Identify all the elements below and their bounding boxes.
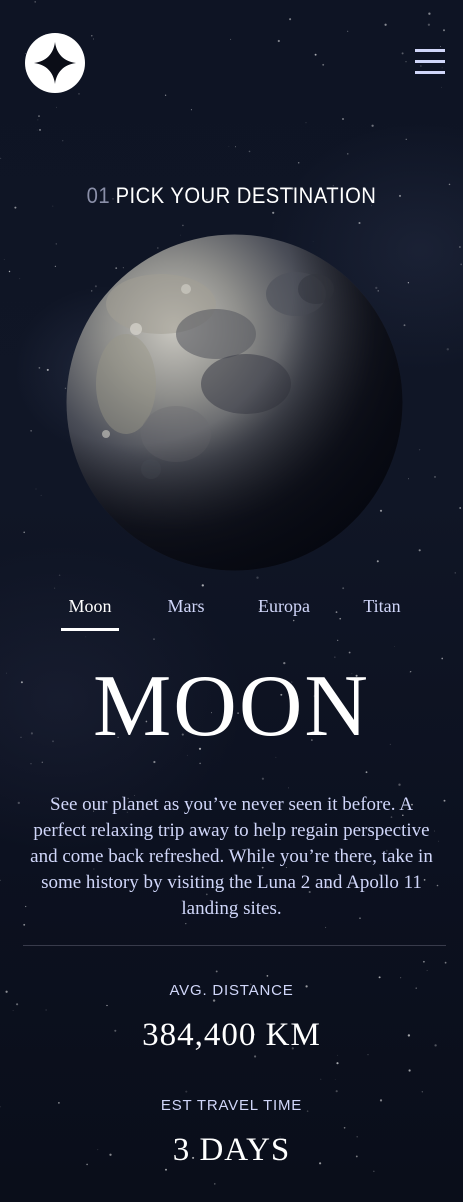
star-logo-icon (34, 42, 76, 84)
travel-time-value: 3 DAYS (172, 1132, 291, 1168)
divider (23, 945, 446, 946)
tab-mars[interactable]: Mars (160, 596, 212, 617)
destination-description: See our planet as you’ve never seen it b… (30, 794, 433, 919)
hamburger-menu-icon (415, 49, 445, 52)
hamburger-menu-button[interactable] (415, 49, 445, 75)
page-title: PICK YOUR DESTINATION (115, 183, 377, 208)
moon-image (66, 234, 403, 571)
tab-moon[interactable]: Moon (61, 596, 119, 617)
destination-name: MOON (93, 658, 370, 755)
distance-value: 384,400 KM (142, 1017, 321, 1053)
travel-time-label: EST TRAVEL TIME (160, 1097, 303, 1114)
active-tab-indicator (61, 628, 119, 631)
distance-label: AVG. DISTANCE (169, 982, 294, 999)
tab-titan[interactable]: Titan (356, 596, 408, 617)
tab-europa[interactable]: Europa (253, 596, 315, 617)
page-heading: 01 PICK YOUR DESTINATION (19, 183, 445, 209)
destination-tabs: Moon Mars Europa Titan (0, 596, 463, 636)
step-number: 01 (86, 183, 111, 208)
logo-button[interactable] (25, 33, 85, 93)
